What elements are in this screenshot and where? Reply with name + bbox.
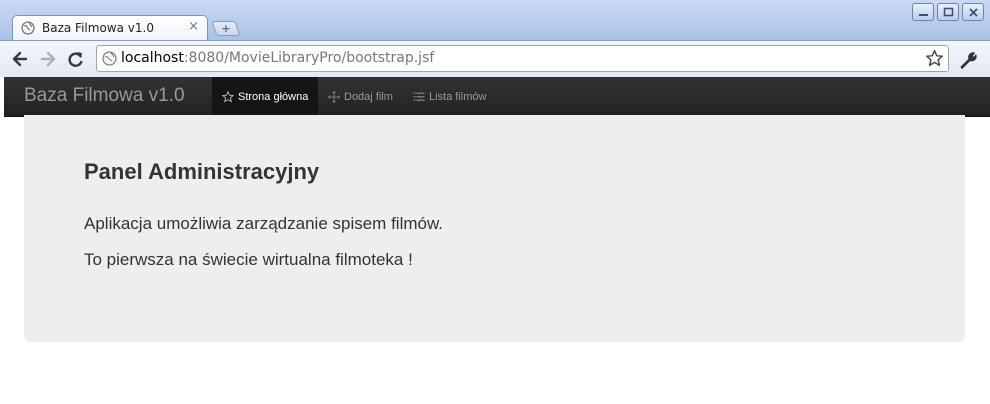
star-icon [222, 91, 234, 103]
plus-icon: + [221, 22, 231, 35]
nav-item-label: Strona główna [238, 91, 309, 103]
browser-chrome: Baza Filmowa v1.0 × + localhost:8080/Mov… [0, 0, 990, 77]
move-icon [328, 91, 340, 103]
hero-line-2: To pierwsza na świecie wirtualna filmote… [84, 250, 413, 269]
url-host: localhost [121, 50, 184, 66]
nav-item-label: Dodaj film [344, 91, 393, 103]
back-arrow-icon[interactable] [10, 49, 30, 69]
close-icon [969, 8, 978, 17]
minimize-icon [919, 14, 928, 16]
browser-tab[interactable]: Baza Filmowa v1.0 × [12, 15, 208, 41]
page-viewport: Baza Filmowa v1.0 Strona główna Dodaj fi… [0, 77, 990, 404]
close-window-button[interactable] [962, 3, 984, 21]
hero-line-1: Aplikacja umożliwia zarządzanie spisem f… [84, 214, 444, 233]
tab-close-icon[interactable]: × [188, 19, 199, 35]
bookmark-star-icon[interactable] [925, 49, 944, 68]
tab-title: Baza Filmowa v1.0 [42, 21, 154, 35]
nav-item-home[interactable]: Strona główna [212, 77, 319, 117]
nav-item-film-list[interactable]: Lista filmów [403, 77, 496, 117]
url-path: :8080/MovieLibraryPro/bootstrap.jsf [183, 50, 435, 66]
hero-unit: Panel Administracyjny Aplikacja umożliwi… [24, 115, 965, 342]
globe-icon [21, 21, 35, 35]
browser-toolbar: localhost:8080/MovieLibraryPro/bootstrap… [0, 40, 990, 77]
wrench-icon[interactable] [957, 49, 979, 71]
address-bar[interactable]: localhost:8080/MovieLibraryPro/bootstrap… [96, 45, 949, 72]
navbar-brand[interactable]: Baza Filmowa v1.0 [24, 85, 185, 107]
maximize-icon [943, 7, 954, 17]
minimize-button[interactable] [912, 3, 934, 21]
top-navbar: Baza Filmowa v1.0 Strona główna Dodaj fi… [4, 77, 990, 117]
list-icon [413, 91, 425, 103]
reload-icon[interactable] [66, 49, 86, 69]
page-globe-icon [102, 51, 117, 66]
url-text: localhost:8080/MovieLibraryPro/bootstrap… [121, 50, 434, 66]
nav-item-add-film[interactable]: Dodaj film [318, 77, 403, 117]
tab-strip: Baza Filmowa v1.0 × + [0, 0, 990, 41]
nav-item-label: Lista filmów [429, 91, 487, 103]
new-tab-button[interactable]: + [211, 21, 241, 36]
window-controls [912, 3, 984, 23]
hero-title: Panel Administracyjny [84, 159, 320, 184]
forward-arrow-icon[interactable] [38, 49, 58, 69]
maximize-button[interactable] [937, 3, 959, 21]
